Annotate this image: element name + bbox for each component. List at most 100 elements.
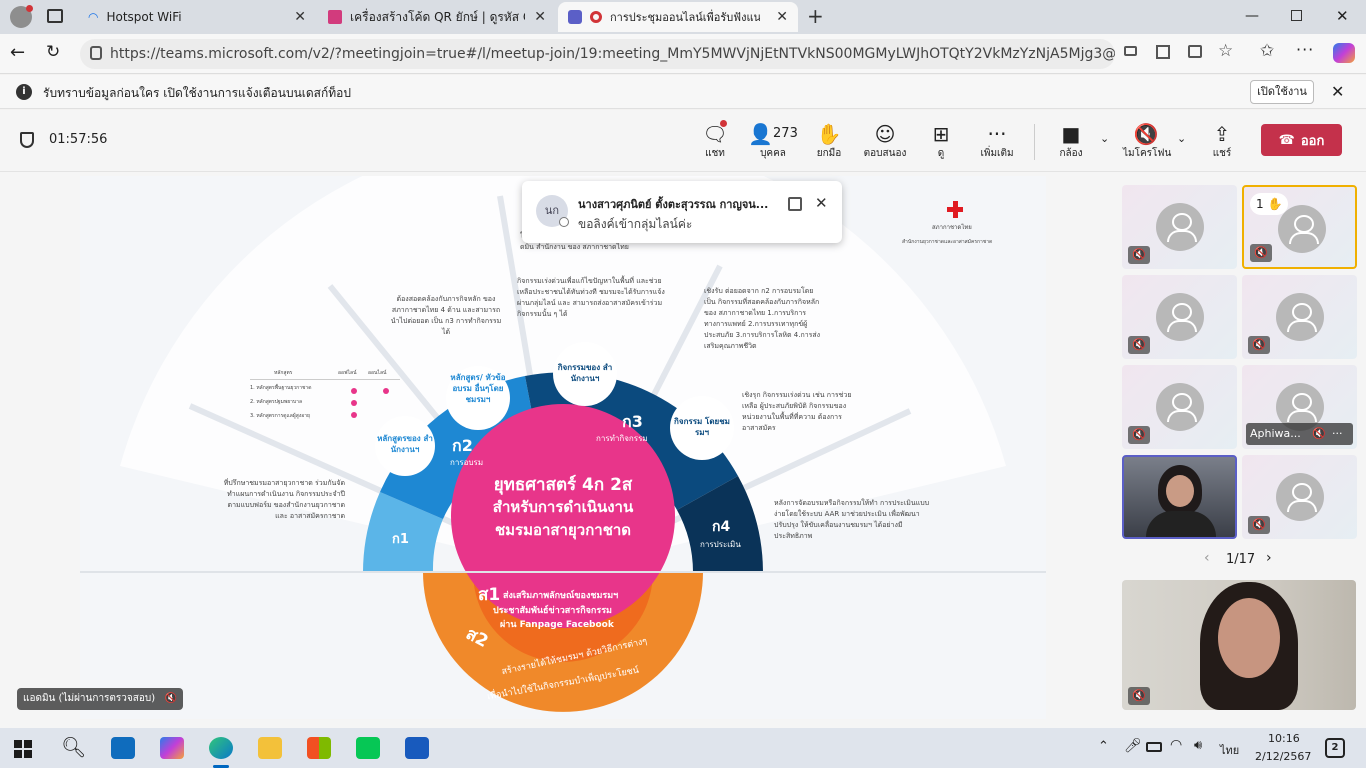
edge-icon[interactable]: [209, 737, 233, 759]
close-tab-icon[interactable]: ✕: [776, 9, 788, 25]
recording-icon: [590, 11, 602, 23]
close-notification-icon[interactable]: ✕: [1331, 82, 1344, 101]
tab-qr[interactable]: เครื่องสร้างโค้ด QR ยักษ์ | ดูรหัส QR ✕: [318, 2, 556, 32]
share-button[interactable]: ⇪ แชร์: [1199, 122, 1245, 161]
notifications-icon[interactable]: 2: [1325, 738, 1345, 758]
clock-date[interactable]: 2/12/2567: [1255, 750, 1311, 763]
participant-tile-video[interactable]: [1122, 455, 1237, 539]
favorites-list-icon[interactable]: ✩: [1260, 41, 1274, 61]
read-aloud-icon[interactable]: [1188, 45, 1202, 58]
hangup-icon: ☎: [1278, 132, 1295, 148]
mic-options-chevron-icon[interactable]: ⌄: [1177, 132, 1186, 145]
table-header-cell: หลักสูตร: [274, 370, 293, 376]
close-window-icon[interactable]: ✕: [1336, 7, 1349, 25]
self-video[interactable]: 🔇: [1122, 580, 1356, 710]
mic-off-icon: 🔇: [1133, 122, 1159, 146]
sender-name: นางสาวศุภนิตย์ ตั้งตะสุวรรณ กาญจน...: [578, 198, 769, 211]
close-tab-icon[interactable]: ✕: [534, 9, 546, 25]
notification-bar: i รับทราบข้อมูลก่อนใคร เปิดใช้งานการแจ้ง…: [0, 75, 1366, 109]
favorite-icon[interactable]: ☆: [1218, 41, 1233, 61]
camera-button[interactable]: ■ กล้อง: [1048, 122, 1094, 161]
k2-sub: การอบรม: [450, 458, 484, 467]
leave-button[interactable]: ☎ ออก: [1261, 124, 1342, 156]
chat-unread-dot: [720, 120, 727, 127]
line-icon[interactable]: [356, 737, 380, 759]
notification-count: 2: [1331, 742, 1339, 753]
restore-icon[interactable]: [1291, 10, 1302, 21]
prev-page-icon[interactable]: ‹: [1204, 550, 1210, 566]
store-icon[interactable]: [307, 737, 331, 759]
more-options-icon[interactable]: ···: [1332, 423, 1343, 445]
next-page-icon[interactable]: ›: [1266, 550, 1272, 566]
copilot-icon[interactable]: [1333, 43, 1355, 63]
new-tab-icon[interactable]: +: [807, 4, 824, 28]
red-cross-logo: [953, 201, 958, 218]
wifi-icon: ◠: [88, 10, 99, 24]
outlook-icon[interactable]: [111, 737, 135, 759]
participant-tile[interactable]: Aphiwa... 🔇 ···: [1242, 365, 1357, 449]
mic-button[interactable]: 🔇 ไมโครโฟน: [1123, 122, 1171, 161]
file-explorer-icon[interactable]: [258, 737, 282, 759]
participant-tile[interactable]: 🔇: [1122, 185, 1237, 269]
refresh-icon[interactable]: ↻: [46, 42, 60, 62]
settings-more-icon[interactable]: ···: [1296, 40, 1314, 59]
s1-text: ประชาสัมพันธ์ข่าวสารกิจกรรม: [493, 606, 612, 616]
participant-tile[interactable]: 🔇: [1122, 275, 1237, 359]
chat-button[interactable]: 🗨 แชท: [692, 120, 738, 161]
video-face: [1218, 598, 1280, 678]
table-row: 3. หลักสูตรการดูแลผู้สูงอายุ: [250, 413, 310, 419]
snooze-icon[interactable]: [788, 197, 802, 211]
k4-label: ก4: [712, 519, 731, 535]
bubble-course-club-text: หลักสูตร/ หัวข้ออบรม อื่นๆโดย ชมรมฯ: [450, 373, 506, 404]
word-icon[interactable]: [405, 737, 429, 759]
search-icon[interactable]: 🔍︎: [61, 735, 86, 759]
meeting-timer: 01:57:56: [49, 132, 108, 147]
wifi-tray-icon[interactable]: ◠: [1170, 737, 1182, 753]
participant-tile[interactable]: 1 ✋ 🔇: [1242, 185, 1357, 269]
shared-slide: ยุทธศาสตร์ 4ก 2ส สำหรับการดำเนินงาน ชมรม…: [80, 176, 1046, 719]
tray-chevron-icon[interactable]: ⌃: [1098, 739, 1109, 754]
close-tab-icon[interactable]: ✕: [294, 9, 306, 25]
s1-text: ส่งเสริมภาพลักษณ์ของชมรมฯ: [503, 591, 619, 601]
table-row: 1. หลักสูตรพื้นฐานยุวกาชาด: [250, 385, 312, 391]
enable-notifications-button[interactable]: เปิดใช้งาน: [1250, 80, 1314, 104]
volume-icon[interactable]: 🔊︎: [1194, 738, 1202, 753]
react-button[interactable]: ☺ ตอบสนอง: [862, 122, 908, 161]
battery-icon[interactable]: [1146, 742, 1162, 752]
language-indicator[interactable]: ไทย: [1220, 741, 1239, 759]
minimize-icon[interactable]: —: [1245, 8, 1259, 24]
text-k3b: เชิงรับ ต่อยอดจาก ก2 การอบรมโดยเป็น กิจก…: [704, 287, 821, 350]
view-button[interactable]: ⊞ ดู: [918, 122, 964, 161]
bubble-course-office-text: หลักสูตรของ สำนักงานฯ: [377, 434, 433, 454]
close-popup-icon[interactable]: ✕: [815, 194, 828, 212]
tab-hotspot[interactable]: ◠ Hotspot WiFi ✕: [78, 2, 316, 32]
participant-tile[interactable]: 🔇: [1242, 275, 1357, 359]
participant-tile[interactable]: 🔇: [1122, 365, 1237, 449]
raise-hand-icon: ✋: [816, 122, 842, 146]
avatar: [1276, 473, 1324, 521]
clock-time[interactable]: 10:16: [1268, 732, 1300, 745]
more-button[interactable]: ··· เพิ่มเติม: [974, 122, 1020, 161]
tab-title: การประชุมออนไลน์เพื่อรับฟังแนวท: [610, 11, 760, 24]
chat-notification-popup[interactable]: นก นางสาวศุภนิตย์ ตั้งตะสุวรรณ กาญจน... …: [522, 181, 842, 243]
mic-tray-icon[interactable]: 🎤︎: [1124, 738, 1142, 754]
back-icon[interactable]: ←: [10, 42, 25, 63]
people-icon: 👤: [748, 122, 774, 146]
tab-actions-icon[interactable]: [47, 9, 63, 23]
avatar: [1278, 205, 1326, 253]
raise-hand-button[interactable]: ✋ ยกมือ: [806, 122, 852, 161]
site-info-icon[interactable]: [90, 46, 102, 60]
s1-text: ผ่าน Fanpage Facebook: [500, 620, 614, 630]
url-field[interactable]: https://teams.microsoft.com/v2/?meetingj…: [80, 39, 1115, 69]
avatar: [1276, 293, 1324, 341]
react-label: ตอบสนอง: [863, 148, 907, 159]
camera-options-chevron-icon[interactable]: ⌄: [1100, 132, 1109, 145]
participant-tile[interactable]: 🔇: [1242, 455, 1357, 539]
copilot-taskbar-icon[interactable]: [160, 737, 184, 759]
people-button[interactable]: 👤273 บุคคล: [746, 122, 800, 161]
start-icon[interactable]: [14, 740, 32, 758]
share-label: แชร์: [1212, 148, 1232, 159]
camera-site-icon[interactable]: [1124, 46, 1137, 56]
apps-icon[interactable]: [1156, 45, 1170, 59]
tab-teams[interactable]: การประชุมออนไลน์เพื่อรับฟังแนวท ✕: [558, 2, 798, 32]
